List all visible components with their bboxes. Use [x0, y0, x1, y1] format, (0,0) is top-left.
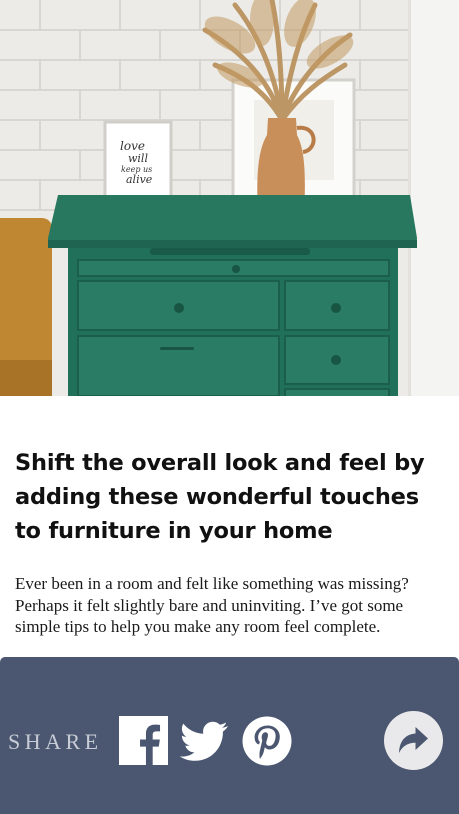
pinterest-icon[interactable] [242, 716, 292, 766]
frame-text-line: love [120, 139, 145, 153]
facebook-icon[interactable] [119, 716, 168, 765]
forward-share-button[interactable] [384, 711, 443, 770]
share-label: SHARE [8, 729, 103, 754]
hero-illustration: love will keep us alive [0, 0, 459, 396]
frame-text-line: alive [126, 173, 153, 186]
forward-icon [399, 727, 428, 753]
twitter-icon[interactable] [180, 717, 229, 765]
share-bar: SHARE [0, 657, 459, 814]
hero-image: love will keep us alive [0, 0, 459, 396]
article-excerpt: Ever been in a room and felt like someth… [15, 574, 409, 636]
frame-text-line: will [128, 152, 148, 165]
article-headline[interactable]: Shift the overall look and feel by addin… [15, 446, 445, 548]
